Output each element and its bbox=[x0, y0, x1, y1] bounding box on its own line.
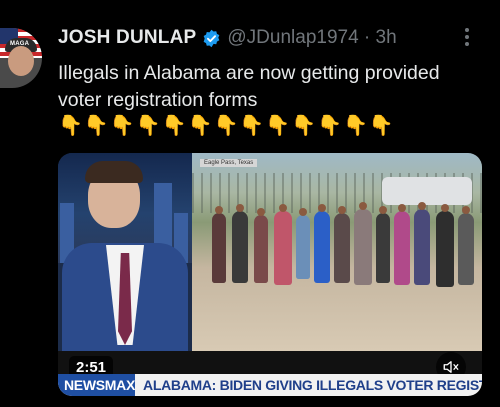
pointing-down-emoji: 👇 bbox=[213, 115, 239, 137]
migrant-figure bbox=[394, 204, 410, 285]
migrant-figure bbox=[334, 206, 350, 283]
pointing-down-emoji: 👇 bbox=[161, 115, 187, 137]
migrant-figure bbox=[414, 202, 430, 285]
pointing-down-emoji: 👇 bbox=[291, 115, 317, 137]
avatar[interactable]: MAGA bbox=[0, 28, 42, 88]
pointing-down-emoji: 👇 bbox=[135, 115, 161, 137]
video-player[interactable]: Eagle Pass, Texas 2:51 NEWSMAX ALABAMA: … bbox=[58, 153, 482, 396]
anchor-hair bbox=[85, 161, 143, 183]
more-options-icon[interactable] bbox=[463, 28, 471, 50]
cap-text: MAGA bbox=[10, 41, 30, 47]
migrant-figure bbox=[458, 206, 474, 285]
footage-location-caption: Eagle Pass, Texas bbox=[200, 159, 258, 167]
pointing-down-emoji: 👇 bbox=[265, 115, 291, 137]
pointing-down-emoji: 👇 bbox=[58, 115, 83, 137]
pointing-down-emoji: 👇 bbox=[83, 115, 109, 137]
tweet-header: JOSH DUNLAP @JDunlap1974 · 3h bbox=[58, 26, 397, 50]
vehicle bbox=[382, 177, 472, 205]
pointing-down-emoji: 👇 bbox=[109, 115, 135, 137]
migrant-figure bbox=[274, 204, 292, 285]
handle-and-time[interactable]: @JDunlap1974 · 3h bbox=[227, 27, 396, 49]
migrant-figure bbox=[232, 204, 248, 283]
headline-text: ALABAMA: BIDEN GIVING ILLEGALS VOTER REG… bbox=[143, 377, 482, 393]
pointing-down-emoji: 👇 bbox=[317, 115, 342, 137]
network-logo: NEWSMAX bbox=[58, 374, 135, 396]
face bbox=[8, 46, 34, 76]
emoji-row: 👇 👇 👇 👇 👇 👇 👇 👇 👇 👇 👇 👇 👇 bbox=[58, 113, 394, 139]
migrant-figure bbox=[254, 208, 268, 283]
pointing-down-emoji: 👇 bbox=[187, 115, 213, 137]
verified-badge-icon bbox=[204, 29, 220, 47]
migrant-figure bbox=[436, 204, 454, 287]
pointing-down-emoji: 👇 bbox=[342, 115, 368, 137]
news-ticker: NEWSMAX ALABAMA: BIDEN GIVING ILLEGALS V… bbox=[58, 374, 482, 396]
display-name[interactable]: JOSH DUNLAP bbox=[58, 27, 196, 49]
migrant-figure bbox=[314, 204, 330, 283]
pointing-down-emoji: 👇 bbox=[239, 115, 265, 137]
studio-panel bbox=[58, 153, 192, 351]
migrant-figure bbox=[376, 206, 390, 283]
border-footage: Eagle Pass, Texas bbox=[192, 153, 482, 351]
migrant-figure bbox=[354, 202, 372, 285]
migrant-figure bbox=[212, 206, 226, 283]
tweet-text: Illegals in Alabama are now getting prov… bbox=[58, 62, 440, 111]
migrant-figure bbox=[296, 208, 310, 279]
pointing-down-emoji: 👇 bbox=[368, 115, 394, 137]
